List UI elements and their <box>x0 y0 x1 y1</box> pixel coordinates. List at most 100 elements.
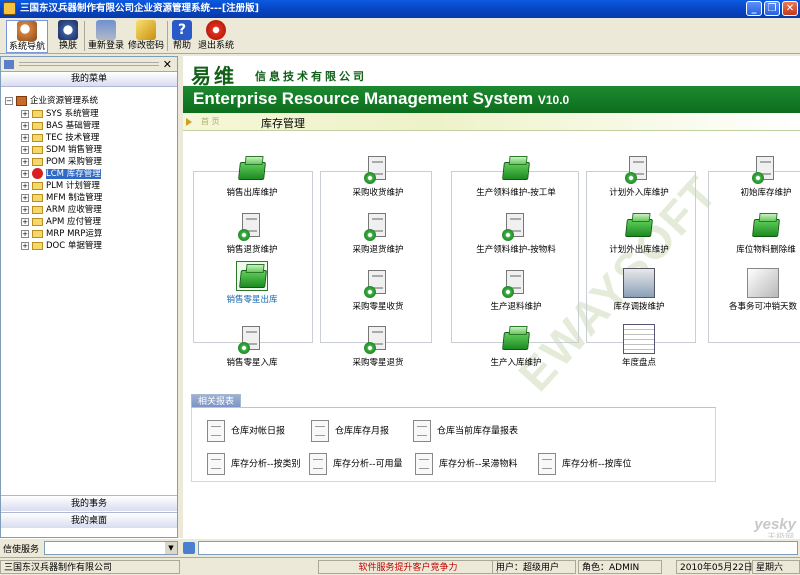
breadcrumb: 首 页 库存管理 <box>183 113 800 131</box>
breadcrumb-home[interactable]: 首 页 <box>201 116 261 128</box>
report-analysis-available[interactable]: 库存分析--可用量 <box>309 453 403 475</box>
expand-toggle[interactable]: + <box>21 181 29 190</box>
tree-item-bas[interactable]: + BAS 基础管理 <box>21 120 100 132</box>
messenger-recipient-select[interactable]: ▼ <box>44 541 178 555</box>
change-password-button[interactable]: 修改密码 <box>127 20 165 51</box>
report-current-stock[interactable]: 仓库当前库存量报表 <box>413 420 518 442</box>
expand-toggle[interactable]: + <box>21 205 29 214</box>
change-password-label: 修改密码 <box>127 41 164 51</box>
report-analysis-slow-moving[interactable]: 库存分析--呆滞物料 <box>415 453 518 475</box>
tree-item-tec[interactable]: + TEC 技术管理 <box>21 132 99 144</box>
func-purchase-misc-receipt[interactable]: 采购零星收货 <box>343 268 413 312</box>
expand-toggle[interactable]: + <box>21 241 29 250</box>
func-label: 销售零星出库 <box>226 295 278 305</box>
skin-button[interactable]: 换肤 <box>53 20 83 51</box>
site-watermark-sub: 天极网 <box>766 533 794 538</box>
tree-item-sys[interactable]: + SYS 系统管理 <box>21 108 99 120</box>
func-writeoff-days[interactable]: 各事务可冲销天数 <box>718 268 800 312</box>
tree-root[interactable]: − 企业资源管理系统 <box>5 95 98 107</box>
report-icon <box>207 420 225 442</box>
expand-toggle[interactable]: + <box>21 145 29 154</box>
tree-item-mrp[interactable]: + MRP MRP运算 <box>21 228 102 240</box>
tree-item-doc[interactable]: + DOC 单据管理 <box>21 240 102 252</box>
panel-close-icon[interactable]: ✕ <box>163 57 172 72</box>
nav-button[interactable]: 系统导航 <box>6 20 48 53</box>
expand-toggle[interactable]: + <box>21 193 29 202</box>
func-production-issue-by-material[interactable]: 生产领料维护-按物料 <box>470 211 562 255</box>
tree-item-plm[interactable]: + PLM 计划管理 <box>21 180 100 192</box>
report-label: 仓库当前库存量报表 <box>437 426 519 437</box>
chevron-down-icon[interactable]: ▼ <box>165 542 177 554</box>
tree-item-mfm[interactable]: + MFM 制造管理 <box>21 192 102 204</box>
expand-toggle[interactable]: + <box>21 157 29 166</box>
banner: 易维 信息技术有限公司 <box>183 56 800 88</box>
tree-item-arm[interactable]: + ARM 应收管理 <box>21 204 102 216</box>
status-bar: 三国东汉兵器制作有限公司 软件服务提升客户竞争力 用户：超级用户 角色：ADMI… <box>0 557 800 575</box>
func-sales-misc-outbound[interactable]: 销售零星出库 <box>217 261 287 305</box>
close-button[interactable]: ✕ <box>782 1 798 16</box>
func-label: 初始库存维护 <box>740 188 792 198</box>
folder-icon <box>32 133 43 142</box>
relogin-button[interactable]: 重新登录 <box>86 20 126 51</box>
window-title: 三国东汉兵器制作有限公司企业资源管理系统---[注册版] <box>20 3 260 14</box>
func-location-material-delete[interactable]: 库位物料删除维 <box>726 211 800 255</box>
func-purchase-return[interactable]: 采购退货维护 <box>343 211 413 255</box>
func-inventory-transfer[interactable]: 库存调拨维护 <box>601 268 677 312</box>
breadcrumb-current: 库存管理 <box>261 117 305 130</box>
report-warehouse-daily[interactable]: 仓库对帐日报 <box>207 420 285 442</box>
func-label: 销售出库维护 <box>226 188 278 198</box>
func-purchase-misc-return[interactable]: 采购零星退货 <box>343 324 413 368</box>
tree-item-lcm[interactable]: + LCM 库存管理 <box>21 168 101 180</box>
func-unplanned-inbound[interactable]: 计划外入库维护 <box>601 154 677 198</box>
minimize-button[interactable]: _ <box>746 1 762 16</box>
func-annual-stocktake[interactable]: 年度盘点 <box>601 324 677 368</box>
help-button[interactable]: ? 帮助 <box>170 20 194 51</box>
status-role-text: 角色：ADMIN <box>582 563 640 573</box>
report-analysis-by-category[interactable]: 库存分析--按类别 <box>207 453 301 475</box>
func-sales-misc-inbound[interactable]: 销售零星入库 <box>217 324 287 368</box>
report-analysis-by-location[interactable]: 库存分析--按库位 <box>538 453 632 475</box>
func-sales-return[interactable]: 销售退货维护 <box>217 211 287 255</box>
expand-toggle[interactable]: + <box>21 229 29 238</box>
tree-item-label: ARM 应收管理 <box>46 205 102 215</box>
folder-icon <box>32 217 43 226</box>
func-unplanned-outbound[interactable]: 计划外出库维护 <box>601 211 677 255</box>
func-purchase-receipt[interactable]: 采购收货维护 <box>343 154 413 198</box>
document-disk-icon <box>236 211 268 241</box>
tree-item-label: SDM 销售管理 <box>46 145 102 155</box>
exit-button[interactable]: 退出系统 <box>196 20 236 51</box>
report-icon <box>413 420 431 442</box>
expand-toggle[interactable]: + <box>21 109 29 118</box>
relogin-label: 重新登录 <box>87 41 124 51</box>
window-titlebar[interactable]: 三国东汉兵器制作有限公司企业资源管理系统---[注册版] _ ❐ ✕ <box>0 0 800 18</box>
report-warehouse-monthly[interactable]: 仓库库存月报 <box>311 420 389 442</box>
report-label: 库存分析--按库位 <box>562 459 632 470</box>
report-label: 仓库库存月报 <box>335 426 390 437</box>
func-initial-stock[interactable]: 初始库存维护 <box>726 154 800 198</box>
messenger-icon[interactable] <box>183 542 195 554</box>
tree-item-apm[interactable]: + APM 应付管理 <box>21 216 101 228</box>
collapse-toggle[interactable]: − <box>5 96 13 105</box>
folder-icon <box>32 229 43 238</box>
expand-toggle[interactable]: + <box>21 121 29 130</box>
maximize-button[interactable]: ❐ <box>764 1 780 16</box>
tree-root-label: 企业资源管理系统 <box>30 96 99 106</box>
bin-icon <box>623 211 655 241</box>
expand-toggle[interactable]: + <box>21 133 29 142</box>
my-desktop-button[interactable]: 我的桌面 <box>1 512 177 528</box>
help-label: 帮助 <box>172 41 191 51</box>
func-production-return[interactable]: 生产退料维护 <box>470 268 562 312</box>
expand-toggle[interactable]: + <box>21 169 29 178</box>
func-sales-outbound[interactable]: 销售出库维护 <box>217 154 287 198</box>
pin-icon[interactable] <box>4 60 14 69</box>
my-menu-header[interactable]: 我的菜单 <box>1 72 177 87</box>
tree-item-sdm[interactable]: + SDM 销售管理 <box>21 144 102 156</box>
expand-toggle[interactable]: + <box>21 217 29 226</box>
folder-icon <box>32 241 43 250</box>
tree-item-pom[interactable]: + POM 采购管理 <box>21 156 102 168</box>
my-tasks-button[interactable]: 我的事务 <box>1 495 177 511</box>
func-label: 采购零星退货 <box>352 358 404 368</box>
func-production-issue-by-order[interactable]: 生产领料维护-按工单 <box>470 154 562 198</box>
func-production-inbound[interactable]: 生产入库维护 <box>470 324 562 368</box>
messenger-input[interactable] <box>198 541 798 555</box>
